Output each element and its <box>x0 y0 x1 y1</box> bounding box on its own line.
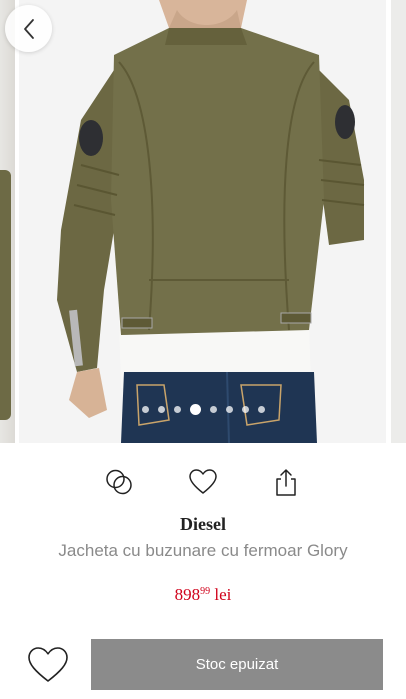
jacket-illustration <box>19 0 386 443</box>
out-of-stock-button[interactable]: Stoc epuizat <box>91 639 383 690</box>
product-name: Jacheta cu buzunare cu fermoar Glory <box>58 541 348 560</box>
product-actions <box>0 462 406 502</box>
back-button[interactable] <box>5 5 52 52</box>
chevron-left-icon <box>23 18 34 39</box>
compare-icon <box>106 469 132 495</box>
gallery-dot[interactable] <box>209 405 217 413</box>
heart-icon <box>28 647 68 682</box>
gallery-dot[interactable] <box>225 405 233 413</box>
previous-slide-image <box>0 170 11 420</box>
gallery-dot[interactable] <box>257 405 265 413</box>
previous-slide-peek[interactable] <box>0 0 15 443</box>
gallery-dot[interactable] <box>157 405 165 413</box>
heart-icon <box>189 469 217 494</box>
price-integer: 898 <box>174 585 201 604</box>
gallery-dot[interactable] <box>141 405 149 413</box>
price-currency: lei <box>214 585 232 604</box>
price-decimals: 99 <box>200 586 211 597</box>
product-brand[interactable]: Diesel <box>0 514 406 535</box>
gallery-dot-active[interactable] <box>189 403 201 415</box>
gallery-dot[interactable] <box>241 405 249 413</box>
bottom-wishlist-button[interactable] <box>26 645 70 685</box>
product-photo[interactable] <box>19 0 386 443</box>
product-price: 89899 lei <box>0 585 406 605</box>
gallery-pagination <box>0 402 406 416</box>
gallery-dot[interactable] <box>173 405 181 413</box>
product-image-gallery[interactable] <box>0 0 406 443</box>
share-button[interactable] <box>266 462 306 502</box>
next-slide-peek[interactable] <box>391 0 406 443</box>
wishlist-button[interactable] <box>183 462 223 502</box>
share-icon <box>276 469 296 496</box>
compare-button[interactable] <box>99 462 139 502</box>
